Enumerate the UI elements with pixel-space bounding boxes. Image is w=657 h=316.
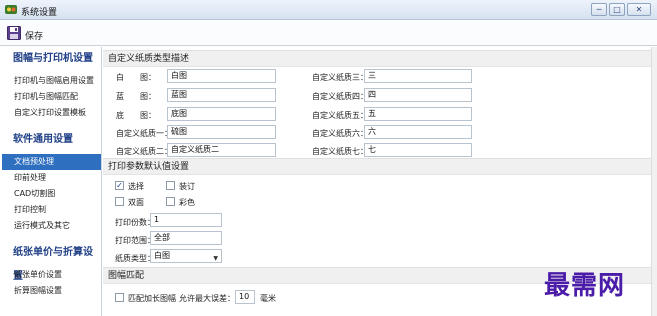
binding-checkbox-label: 装订 bbox=[179, 182, 195, 191]
range-input[interactable]: 全部 bbox=[150, 231, 222, 245]
copies-input[interactable]: 1 bbox=[150, 213, 222, 227]
tolerance-label: 允许最大误差： bbox=[179, 294, 235, 303]
paper-input-right-4[interactable]: 六 bbox=[364, 125, 472, 139]
sidebar-group-general[interactable]: 软件通用设置 bbox=[2, 128, 101, 150]
paper-label-right-3: 自定义纸质五： bbox=[312, 111, 368, 120]
sidebar-item-prepress[interactable]: 印前处理 bbox=[2, 170, 101, 186]
tolerance-input[interactable]: 10 bbox=[235, 290, 255, 304]
paper-label-right-2: 自定义纸质四： bbox=[312, 92, 368, 101]
paper-label-right-4: 自定义纸质六： bbox=[312, 129, 368, 138]
paper-type-value: 白图 bbox=[154, 251, 170, 260]
paper-label-left-4: 自定义纸质一： bbox=[116, 129, 172, 138]
paper-input-left-2[interactable]: 蓝图 bbox=[167, 88, 276, 102]
paper-type-select[interactable]: 白图 ▼ bbox=[150, 249, 222, 263]
section-header-paper-types: 自定义纸质类型描述 bbox=[103, 50, 651, 67]
paper-label-left-5: 自定义纸质二： bbox=[116, 147, 172, 156]
sidebar-item-run-mode[interactable]: 运行模式及其它 bbox=[2, 218, 101, 234]
copies-label: 打印份数： bbox=[115, 218, 155, 227]
duplex-checkbox-label: 双面 bbox=[128, 198, 144, 207]
app-icon bbox=[5, 5, 17, 14]
binding-checkbox[interactable] bbox=[166, 181, 175, 190]
paper-input-right-1[interactable]: 三 bbox=[364, 69, 472, 83]
sidebar-item-printer-match[interactable]: 打印机与图幅匹配 bbox=[2, 89, 101, 105]
sidebar-item-print-control[interactable]: 打印控制 bbox=[2, 202, 101, 218]
paper-type-label: 纸质类型： bbox=[115, 254, 155, 263]
paper-input-right-5[interactable]: 七 bbox=[364, 143, 472, 157]
sidebar-item-doc-preprocess[interactable]: 文档预处理 bbox=[2, 154, 101, 170]
floppy-disk-icon bbox=[7, 26, 21, 40]
chevron-down-icon: ▼ bbox=[213, 255, 218, 262]
paper-input-right-3[interactable]: 五 bbox=[364, 107, 472, 121]
minimize-button[interactable]: ─ bbox=[591, 3, 607, 16]
paper-input-left-5[interactable]: 自定义纸质二 bbox=[167, 143, 276, 157]
sidebar-item-cad-cut[interactable]: CAD切割图 bbox=[2, 186, 101, 202]
paper-label-left-2: 蓝 图： bbox=[116, 92, 156, 101]
save-label: 保存 bbox=[25, 31, 44, 42]
title-bar: 系统设置 ─ □ ✕ bbox=[0, 0, 657, 20]
select-checkbox-label: 选择 bbox=[128, 182, 144, 191]
color-checkbox-label: 彩色 bbox=[179, 198, 195, 207]
section-header-print-defaults: 打印参数默认值设置 bbox=[103, 158, 651, 175]
paper-input-left-1[interactable]: 白图 bbox=[167, 69, 276, 83]
paper-input-left-4[interactable]: 硫图 bbox=[167, 125, 276, 139]
paper-input-right-2[interactable]: 四 bbox=[364, 88, 472, 102]
paper-label-right-1: 自定义纸质三： bbox=[312, 73, 368, 82]
sidebar: 图幅与打印机设置 打印机与图幅启用设置 打印机与图幅匹配 自定义打印设置模板 软… bbox=[2, 47, 102, 316]
select-checkbox[interactable]: ✓ bbox=[115, 181, 124, 190]
color-checkbox[interactable] bbox=[166, 197, 175, 206]
paper-label-right-5: 自定义纸质七： bbox=[312, 147, 368, 156]
paper-input-left-3[interactable]: 底图 bbox=[167, 107, 276, 121]
duplex-checkbox[interactable] bbox=[115, 197, 124, 206]
sidebar-item-print-template[interactable]: 自定义打印设置模板 bbox=[2, 105, 101, 121]
range-label: 打印范围： bbox=[115, 236, 155, 245]
save-button[interactable]: 保存 bbox=[7, 23, 43, 43]
sidebar-item-printer-enable[interactable]: 打印机与图幅启用设置 bbox=[2, 73, 101, 89]
tolerance-unit: 毫米 bbox=[260, 294, 276, 303]
maximize-button[interactable]: □ bbox=[609, 3, 625, 16]
vertical-scrollbar[interactable] bbox=[651, 47, 657, 316]
match-long-frame-checkbox[interactable] bbox=[115, 293, 124, 302]
window-title: 系统设置 bbox=[21, 8, 58, 18]
sidebar-item-frame-convert[interactable]: 折算图幅设置 bbox=[2, 283, 101, 299]
close-button[interactable]: ✕ bbox=[627, 3, 651, 16]
watermark-logo: 最需网 bbox=[544, 271, 626, 301]
toolbar: 保存 bbox=[0, 20, 657, 46]
match-long-frame-label: 匹配加长图幅 bbox=[128, 294, 176, 303]
paper-label-left-3: 底 图： bbox=[116, 111, 156, 120]
sidebar-item-paper-price[interactable]: 纸张单价设置 bbox=[2, 267, 101, 283]
sidebar-group-pricing[interactable]: 纸张单价与折算设置 bbox=[2, 241, 101, 282]
paper-label-left-1: 白 图： bbox=[116, 73, 156, 82]
sidebar-group-printer[interactable]: 图幅与打印机设置 bbox=[2, 47, 101, 69]
